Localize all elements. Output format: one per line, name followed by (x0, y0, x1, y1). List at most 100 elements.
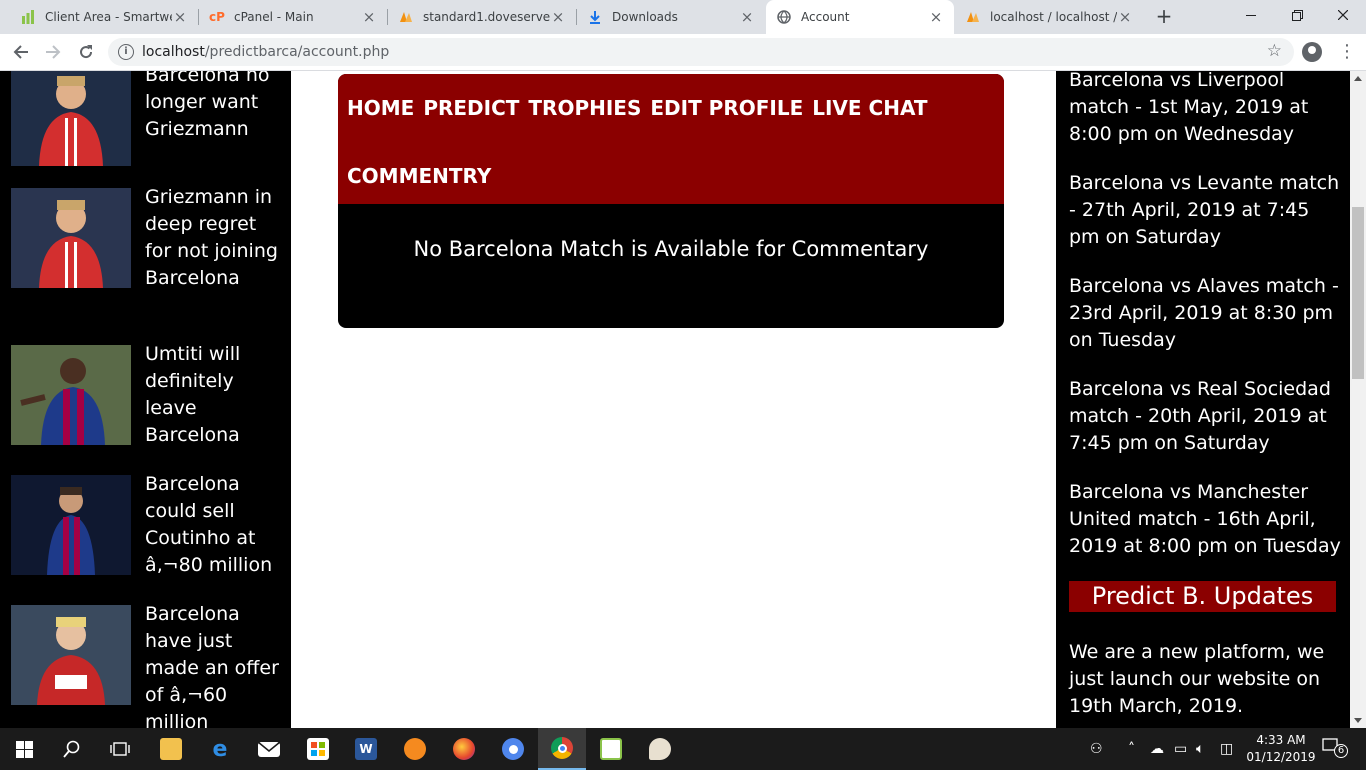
task-view-icon (110, 742, 130, 756)
tab-doveserver[interactable]: standard1.doveserver.c × (388, 0, 576, 34)
nav-predict[interactable]: PREDICT (423, 94, 519, 122)
notification-center-button[interactable]: 6 (1322, 738, 1348, 760)
close-icon[interactable]: × (928, 9, 944, 25)
browser-toolbar: i localhost/predictbarca/account.php ☆ ⋮ (0, 34, 1366, 71)
system-clock[interactable]: 4:33 AM 01/12/2019 (1246, 732, 1316, 766)
task-view-button[interactable] (96, 728, 144, 770)
forward-button[interactable] (40, 39, 66, 65)
tab-account[interactable]: Account × (766, 0, 954, 34)
network-icon[interactable]: ◫ (1220, 728, 1233, 770)
start-button[interactable] (0, 728, 48, 770)
store-icon (307, 738, 329, 760)
main-panel: HOME PREDICT TROPHIES EDIT PROFILE LIVE … (338, 74, 1004, 328)
commentary-message: No Barcelona Match is Available for Comm… (413, 237, 929, 261)
chevron-up-icon[interactable]: ˄ (1128, 728, 1135, 770)
cpanel-icon: cP (209, 10, 225, 24)
restore-button[interactable] (1274, 0, 1320, 30)
people-icon[interactable]: ⚇ (1090, 728, 1103, 770)
tab-title: localhost / localhost / p (990, 10, 1117, 24)
taskbar-app[interactable]: W (342, 728, 390, 770)
match-item[interactable]: Barcelona vs Levante match - 27th April,… (1069, 170, 1341, 251)
taskbar-app[interactable] (245, 728, 293, 770)
taskbar-app[interactable] (636, 728, 684, 770)
minimize-button[interactable] (1228, 0, 1274, 30)
match-item[interactable]: Barcelona vs Alaves match - 23rd April, … (1069, 273, 1341, 354)
phpmyadmin-icon (398, 9, 414, 25)
scroll-down-icon[interactable] (1354, 718, 1362, 723)
windows-icon (15, 740, 33, 758)
nav-commentry[interactable]: COMMENTRY (347, 162, 491, 190)
profile-avatar-icon[interactable] (1302, 42, 1322, 62)
page-scrollbar[interactable] (1350, 71, 1366, 728)
tab-title: Downloads (612, 10, 678, 24)
reload-button[interactable] (73, 39, 99, 65)
fixtures-sidebar: Barcelona vs Liverpool match - 1st May, … (1056, 71, 1350, 728)
new-tab-button[interactable]: + (1152, 5, 1176, 29)
news-headline[interactable]: Barcelona have just made an offer of â‚¬… (145, 601, 279, 728)
file-explorer-icon (160, 738, 182, 760)
close-icon[interactable]: × (550, 9, 566, 25)
news-thumbnail[interactable] (11, 71, 131, 166)
firefox-icon (453, 738, 475, 760)
chromium-icon (502, 738, 524, 760)
taskbar-app[interactable]: e (196, 728, 244, 770)
match-item[interactable]: Barcelona vs Real Sociedad match - 20th … (1069, 376, 1341, 457)
notepad-plus-icon (600, 738, 622, 760)
paint-icon (649, 738, 671, 760)
scrollbar-thumb[interactable] (1352, 207, 1364, 379)
news-thumbnail[interactable] (11, 345, 131, 445)
phpmyadmin-icon (965, 9, 981, 25)
taskbar-app[interactable] (294, 728, 342, 770)
match-item[interactable]: Barcelona vs Liverpool match - 1st May, … (1069, 71, 1341, 148)
close-window-button[interactable] (1320, 0, 1366, 30)
url-text[interactable]: localhost/predictbarca/account.php (142, 44, 389, 60)
edge-icon: e (212, 736, 228, 762)
cloud-icon[interactable]: ☁ (1150, 728, 1164, 770)
nav-trophies[interactable]: TROPHIES (528, 94, 641, 122)
windows-taskbar: e W ⚇ ˄ ☁ ▭ 🔈︎ ◫ 4:33 AM 01/12/2019 6 (0, 728, 1366, 770)
tab-localhost[interactable]: localhost / localhost / p × (955, 0, 1143, 34)
nav-live-chat[interactable]: LIVE CHAT (812, 94, 927, 122)
taskbar-app[interactable] (147, 728, 195, 770)
bookmark-star-icon[interactable]: ☆ (1267, 41, 1282, 61)
chrome-icon (551, 737, 573, 759)
tab-downloads[interactable]: Downloads × (577, 0, 765, 34)
tab-title: Account (801, 10, 850, 24)
nav-row: HOME PREDICT TROPHIES EDIT PROFILE LIVE … (347, 94, 1004, 162)
close-icon[interactable]: × (1117, 9, 1133, 25)
news-headline[interactable]: Barcelona no longer want Griezmann (145, 71, 279, 143)
notification-count: 6 (1334, 744, 1348, 758)
taskbar-app[interactable] (440, 728, 488, 770)
main-nav: HOME PREDICT TROPHIES EDIT PROFILE LIVE … (338, 74, 1004, 204)
back-button[interactable] (8, 39, 34, 65)
close-icon[interactable]: × (172, 9, 188, 25)
search-button[interactable] (48, 728, 96, 770)
taskbar-app[interactable] (489, 728, 537, 770)
menu-icon[interactable]: ⋮ (1338, 39, 1356, 65)
match-item[interactable]: Barcelona vs Manchester United match - 1… (1069, 479, 1341, 560)
news-headline[interactable]: Umtiti will definitely leave Barcelona (145, 341, 279, 449)
taskbar-app[interactable] (391, 728, 439, 770)
taskbar-app[interactable] (538, 728, 586, 770)
nav-home[interactable]: HOME (347, 94, 414, 122)
tab-title: cPanel - Main (234, 10, 314, 24)
address-bar[interactable]: i localhost/predictbarca/account.php ☆ (108, 38, 1294, 66)
news-headline[interactable]: Griezmann in deep regret for not joining… (145, 184, 279, 292)
close-icon[interactable]: × (361, 9, 377, 25)
clock-time: 4:33 AM (1256, 733, 1306, 747)
volume-icon[interactable]: 🔈︎ (1196, 728, 1204, 770)
news-thumbnail[interactable] (11, 605, 131, 705)
news-thumbnail[interactable] (11, 475, 131, 575)
battery-icon[interactable]: ▭ (1174, 728, 1187, 770)
taskbar-app[interactable] (587, 728, 635, 770)
close-icon[interactable]: × (739, 9, 755, 25)
nav-edit-profile[interactable]: EDIT PROFILE (650, 94, 803, 122)
news-thumbnail[interactable] (11, 188, 131, 288)
news-headline[interactable]: Barcelona could sell Coutinho at â‚¬80 m… (145, 471, 279, 579)
tab-title: Client Area - Smartweb (45, 10, 172, 24)
tab-cpanel[interactable]: cP cPanel - Main × (199, 0, 387, 34)
info-icon[interactable]: i (118, 44, 134, 60)
clock-date: 01/12/2019 (1246, 750, 1316, 764)
tab-client-area[interactable]: Client Area - Smartweb × (10, 0, 198, 34)
scroll-up-icon[interactable] (1354, 76, 1362, 81)
